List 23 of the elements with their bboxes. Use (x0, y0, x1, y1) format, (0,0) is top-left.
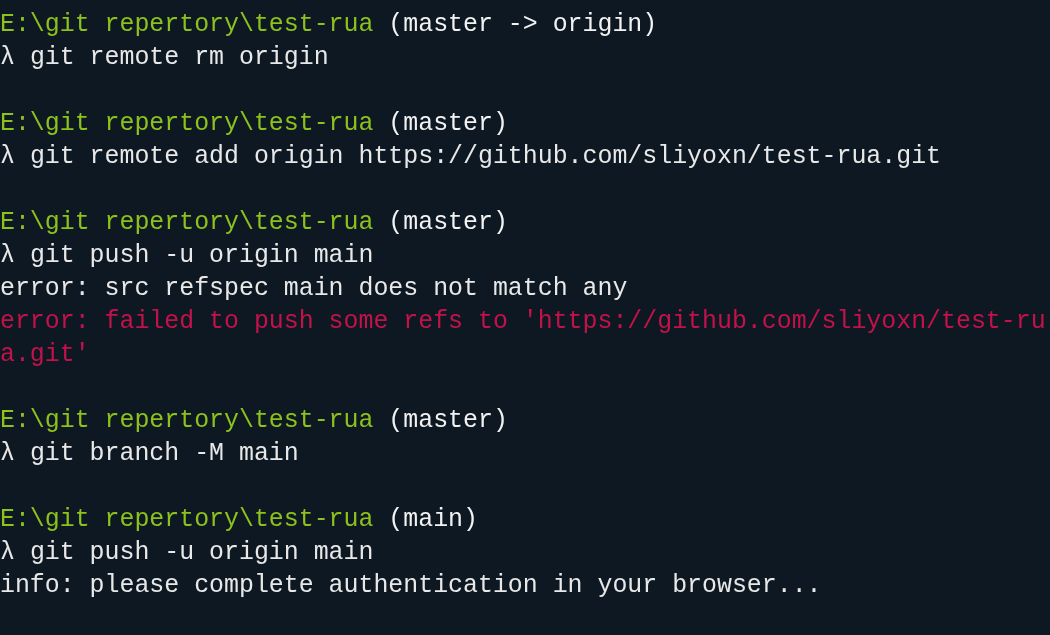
prompt-symbol: λ (0, 538, 15, 566)
command-text: git push -u origin main (29, 538, 374, 566)
branch-label: (main) (388, 505, 478, 533)
prompt-path: E:\git repertory\test-rua (0, 10, 374, 38)
prompt-path: E:\git repertory\test-rua (0, 505, 374, 533)
command-text: git branch -M main (29, 439, 299, 467)
branch-label: (master) (388, 208, 508, 236)
command-text: git remote add origin https://github.com/sliyoxn/test-rua.git (29, 142, 942, 170)
command-text: git remote rm origin (29, 43, 329, 71)
branch-label: (master) (388, 406, 508, 434)
output-text: info: please complete authentication in your browser... (0, 570, 823, 601)
output-text: error: src refspec main does not match any (0, 273, 629, 304)
branch-label: (master) (388, 109, 508, 137)
branch-label: (master -> origin) (388, 10, 658, 38)
prompt-path: E:\git repertory\test-rua (0, 208, 374, 236)
error-output: error: failed to push some refs to 'https://github.com/sliyoxn/test-rua.git' (0, 306, 1047, 370)
prompt-symbol: λ (0, 439, 15, 467)
prompt-symbol: λ (0, 142, 15, 170)
prompt-path: E:\git repertory\test-rua (0, 109, 374, 137)
command-text: git push -u origin main (29, 241, 374, 269)
prompt-symbol: λ (0, 43, 15, 71)
prompt-path: E:\git repertory\test-rua (0, 406, 374, 434)
prompt-symbol: λ (0, 241, 15, 269)
